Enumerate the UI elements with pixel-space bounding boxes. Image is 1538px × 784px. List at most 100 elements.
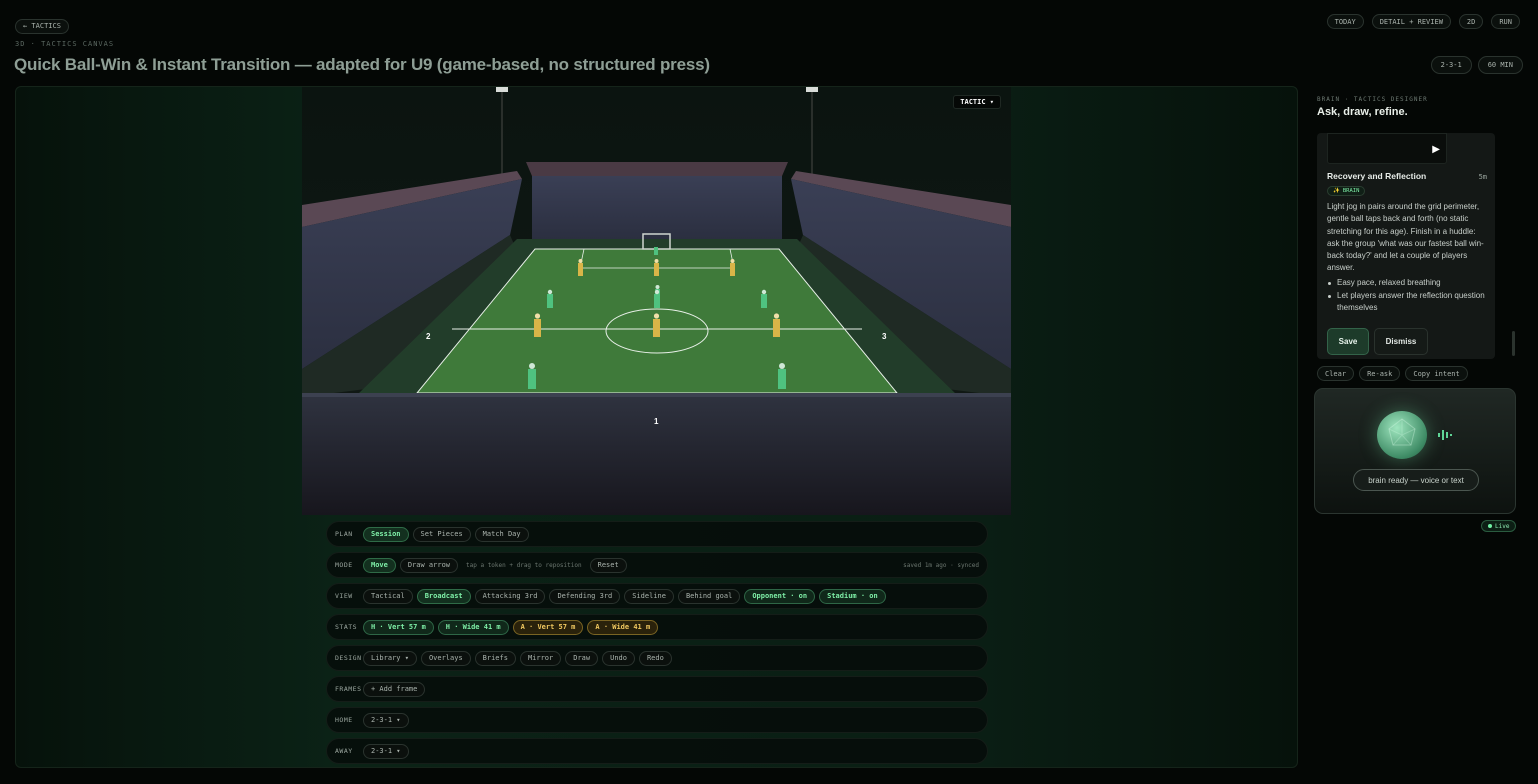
duration-badge[interactable]: 60 MIN xyxy=(1477,56,1523,74)
add-frame-button[interactable]: + Add frame xyxy=(363,681,426,697)
home-keeper-token[interactable] xyxy=(654,247,658,255)
undo-button[interactable]: Undo xyxy=(602,650,635,666)
drill-description: Light jog in pairs around the grid perim… xyxy=(1327,202,1484,273)
panel-scrollbar[interactable] xyxy=(1512,331,1515,356)
draw-button[interactable]: Draw xyxy=(565,650,599,666)
stadium-3d-view[interactable]: 1 2 3 TACTIC ▾ xyxy=(302,87,1011,515)
home-player-token[interactable] xyxy=(528,363,536,389)
plan-set-pieces-button[interactable]: Set Pieces xyxy=(412,526,471,542)
brain-title: Ask, draw, refine. xyxy=(1317,106,1408,118)
tactics-canvas: 1 2 3 TACTIC ▾ PLAN Session Set Pieces M… xyxy=(15,86,1298,768)
brain-panel: BRAIN · TACTICS DESIGNER Ask, draw, refi… xyxy=(1308,86,1523,768)
home-player-token[interactable] xyxy=(547,289,553,308)
plan-match-day-button[interactable]: Match Day xyxy=(474,526,529,542)
view-defending-3rd-button[interactable]: Defending 3rd xyxy=(549,588,621,604)
back-to-tactics-button[interactable]: ← TACTICS xyxy=(15,15,69,34)
home-wide-stat: H · Wide 41 m xyxy=(437,619,509,635)
tactic-dropdown[interactable]: TACTIC ▾ xyxy=(953,95,1001,109)
plan-label: PLAN xyxy=(335,530,353,538)
live-label: Live xyxy=(1495,522,1510,530)
view-behind-goal-button[interactable]: Behind goal xyxy=(677,588,741,604)
away-player-token[interactable] xyxy=(653,313,660,337)
waveform-icon xyxy=(1438,430,1452,440)
voice-input-panel: brain ready — voice or text xyxy=(1314,388,1516,514)
play-icon[interactable]: ▶ xyxy=(1432,144,1440,155)
sparkle-icon: ✨ xyxy=(1333,188,1340,194)
live-badge: Live xyxy=(1481,520,1517,532)
home-player-token[interactable] xyxy=(654,289,660,308)
dismiss-button[interactable]: Dismiss xyxy=(1374,328,1428,355)
view-attacking-3rd-button[interactable]: Attacking 3rd xyxy=(474,588,546,604)
frames-label: FRAMES xyxy=(335,685,362,693)
today-button[interactable]: TODAY xyxy=(1326,14,1364,29)
run-button[interactable]: RUN xyxy=(1491,14,1520,29)
list-item: Easy pace, relaxed breathing xyxy=(1327,277,1487,289)
away-row: AWAY 2-3-1 ▾ xyxy=(326,738,988,764)
page-title: Quick Ball-Win & Instant Transition — ad… xyxy=(14,55,710,74)
brain-badge-label: BRAIN xyxy=(1342,188,1360,194)
home-player-token[interactable] xyxy=(778,363,786,389)
briefs-button[interactable]: Briefs xyxy=(474,650,516,666)
formation-badge[interactable]: 2-3-1 xyxy=(1430,56,1472,74)
view-broadcast-button[interactable]: Broadcast xyxy=(416,588,471,604)
drill-video[interactable]: ▶ xyxy=(1327,133,1447,164)
mode-hint: tap a token + drag to reposition xyxy=(466,561,582,569)
away-player-token[interactable] xyxy=(534,313,541,337)
library-dropdown[interactable]: Library ▾ xyxy=(363,650,417,666)
player-tokens[interactable] xyxy=(302,87,1011,515)
home-vert-stat: H · Vert 57 m xyxy=(363,619,434,635)
redo-button[interactable]: Redo xyxy=(638,650,672,666)
home-player-token[interactable] xyxy=(761,289,767,308)
drill-duration: 5m xyxy=(1478,173,1487,181)
detail-review-button[interactable]: DETAIL + REVIEW xyxy=(1371,14,1451,29)
mode-label: MODE xyxy=(335,561,353,569)
reset-button[interactable]: Reset xyxy=(589,557,627,573)
view-tactical-button[interactable]: Tactical xyxy=(363,588,413,604)
stadium-toggle[interactable]: Stadium · on xyxy=(819,588,886,604)
opponent-toggle[interactable]: Opponent · on xyxy=(744,588,816,604)
plan-row: PLAN Session Set Pieces Match Day xyxy=(326,521,988,547)
mirror-button[interactable]: Mirror xyxy=(519,650,562,666)
away-vert-stat: A · Vert 57 m xyxy=(512,619,584,635)
brain-orb-icon[interactable] xyxy=(1377,411,1427,459)
list-item: Let players answer the reflection questi… xyxy=(1327,290,1487,314)
away-formation-select[interactable]: 2-3-1 ▾ xyxy=(363,743,409,759)
top-nav: TODAY DETAIL + REVIEW 2D RUN xyxy=(1326,14,1520,29)
overlays-button[interactable]: Overlays xyxy=(420,650,471,666)
mode-draw-arrow-button[interactable]: Draw arrow xyxy=(399,557,459,573)
plan-session-button[interactable]: Session xyxy=(363,526,409,542)
view-label: VIEW xyxy=(335,592,353,600)
stats-row: STATS H · Vert 57 m H · Wide 41 m A · Ve… xyxy=(326,614,988,640)
view-sideline-button[interactable]: Sideline xyxy=(624,588,674,604)
home-formation-select[interactable]: 2-3-1 ▾ xyxy=(363,712,409,728)
brain-eyebrow: BRAIN · TACTICS DESIGNER xyxy=(1317,96,1428,103)
live-dot-icon xyxy=(1488,524,1492,528)
brain-actions: Clear Re-ask Copy intent xyxy=(1317,366,1468,381)
away-player-token[interactable] xyxy=(730,259,735,276)
session-meta: 2-3-1 60 MIN xyxy=(1430,56,1523,74)
clear-button[interactable]: Clear xyxy=(1317,366,1355,381)
canvas-toolbar: PLAN Session Set Pieces Match Day MODE M… xyxy=(326,521,988,767)
view-row: VIEW Tactical Broadcast Attacking 3rd De… xyxy=(326,583,988,609)
mode-move-button[interactable]: Move xyxy=(363,557,396,573)
voice-status[interactable]: brain ready — voice or text xyxy=(1353,469,1479,491)
stats-label: STATS xyxy=(335,623,358,631)
drill-card: ▶ Recovery and Reflection 5m ✨ BRAIN Lig… xyxy=(1317,133,1495,359)
away-player-token[interactable] xyxy=(654,259,659,276)
away-player-token[interactable] xyxy=(773,313,780,337)
frames-row: FRAMES + Add frame xyxy=(326,676,988,702)
mode-row: MODE Move Draw arrow tap a token + drag … xyxy=(326,552,988,578)
home-row: HOME 2-3-1 ▾ xyxy=(326,707,988,733)
away-wide-stat: A · Wide 41 m xyxy=(587,619,659,635)
sync-status: saved 1m ago · synced xyxy=(903,561,979,569)
design-row: DESIGN Library ▾ Overlays Briefs Mirror … xyxy=(326,645,988,671)
copy-intent-button[interactable]: Copy intent xyxy=(1405,366,1468,381)
brain-badge: ✨ BRAIN xyxy=(1327,186,1366,196)
away-label: AWAY xyxy=(335,747,353,755)
2d-button[interactable]: 2D xyxy=(1458,14,1484,29)
away-player-token[interactable] xyxy=(578,259,583,276)
re-ask-button[interactable]: Re-ask xyxy=(1359,366,1401,381)
save-button[interactable]: Save xyxy=(1327,328,1369,355)
home-label: HOME xyxy=(335,716,353,724)
back-label: ← TACTICS xyxy=(15,18,69,34)
